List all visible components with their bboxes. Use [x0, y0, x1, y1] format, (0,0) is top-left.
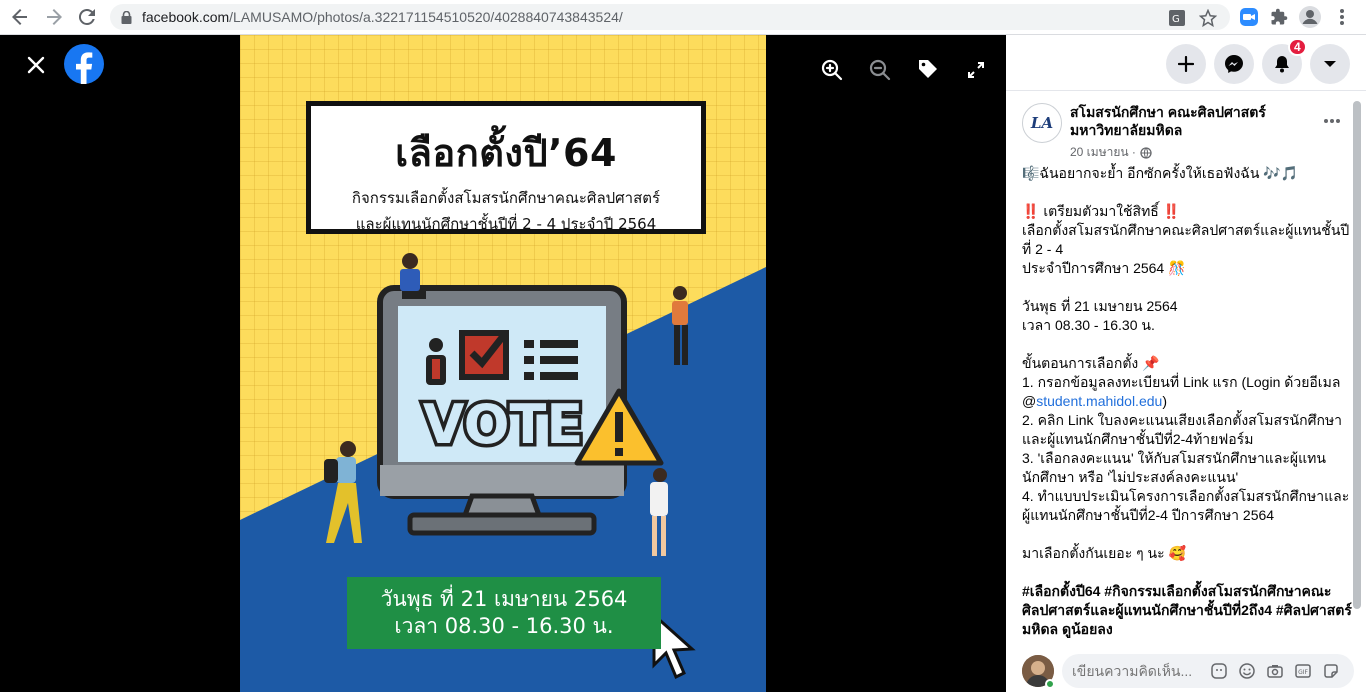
- online-status-dot: [1045, 679, 1055, 689]
- fullscreen-icon[interactable]: [962, 56, 990, 84]
- facebook-logo-icon[interactable]: [63, 43, 105, 85]
- side-scrollbar[interactable]: [1353, 101, 1361, 609]
- tag-icon[interactable]: [914, 55, 942, 83]
- reload-icon[interactable]: [75, 5, 99, 29]
- lock-icon: [121, 11, 132, 24]
- post-text: 🎼ฉันอยากจะย้ำ อีกซักครั้งให้เธอฟังฉัน 🎶🎵…: [1022, 164, 1352, 639]
- extensions-puzzle-icon[interactable]: [1267, 5, 1291, 29]
- bookmark-star-icon[interactable]: [1198, 8, 1218, 28]
- close-icon[interactable]: [22, 51, 50, 79]
- email-domain-link[interactable]: student.mahidol.edu: [1036, 393, 1162, 409]
- page-avatar[interactable]: LA: [1022, 103, 1062, 143]
- zoom-meeting-icon[interactable]: [1237, 5, 1261, 29]
- more-options-icon[interactable]: [1320, 109, 1344, 133]
- camera-icon[interactable]: [1266, 662, 1284, 680]
- post-meta: 20 เมษายน ·: [1070, 143, 1152, 162]
- post-line: มาเลือกตั้งกันเยอะ ๆ นะ 🥰: [1022, 545, 1186, 561]
- post-line: ประจำปีการศึกษา 2564 🎊: [1022, 260, 1186, 276]
- poster-time: เวลา 08.30 - 16.30 น.: [394, 614, 614, 638]
- bell-icon: [1275, 56, 1289, 73]
- post-date[interactable]: 20 เมษายน ·: [1070, 143, 1136, 162]
- photo-viewer: VOTE เลือกตั้งปี’64 กิจกรรมเลือกตั้งสโมส…: [0, 35, 1006, 692]
- chevron-down-icon: [1324, 61, 1336, 67]
- gif-icon[interactable]: GIF: [1294, 662, 1312, 680]
- browser-toolbar: facebook.com/LAMUSAMO/photos/a.322171154…: [0, 0, 1366, 35]
- poster-title: เลือกตั้งปี’64: [395, 131, 617, 175]
- browser-menu-icon[interactable]: [1330, 5, 1354, 29]
- poster-title-box: เลือกตั้งปี’64 กิจกรรมเลือกตั้งสโมสรนักศ…: [306, 101, 706, 234]
- sticker-avatar-icon[interactable]: [1210, 662, 1228, 680]
- account-menu-button[interactable]: [1310, 44, 1350, 84]
- forward-arrow-icon[interactable]: [42, 5, 66, 29]
- post-line: 3. 'เลือกลงคะแนน' ให้กับสโมสรนักศึกษาและ…: [1022, 450, 1326, 485]
- address-bar[interactable]: facebook.com/LAMUSAMO/photos/a.322171154…: [110, 4, 1230, 30]
- poster-subtitle-2: และผู้แทนนักศึกษาชั้นปีที่ 2 - 4 ประจำปี…: [355, 215, 657, 233]
- zoom-in-icon[interactable]: [818, 56, 846, 84]
- page-avatar-logo: LA: [1030, 114, 1054, 132]
- poster-date: วันพุธ ที่ 21 เมษายน 2564: [380, 587, 628, 611]
- globe-icon: [1140, 146, 1152, 159]
- vote-text: VOTE: [423, 393, 583, 456]
- post-line: ‼️ เตรียมตัวมาใช้สิทธิ์ ‼️: [1022, 203, 1181, 219]
- comment-bar: GIF: [1006, 648, 1366, 692]
- post-side-panel: LA สโมสรนักศึกษา คณะศิลปศาสตร์ มหาวิทยาล…: [1006, 35, 1366, 692]
- translate-icon[interactable]: G: [1168, 9, 1186, 27]
- post-line: เลือกตั้งสโมสรนักศึกษาคณะศิลปศาสตร์และผู…: [1022, 222, 1350, 257]
- post-line: เวลา 08.30 - 16.30 น.: [1022, 317, 1155, 333]
- post-line: 🎼ฉันอยากจะย้ำ อีกซักครั้งให้เธอฟังฉัน 🎶🎵: [1022, 165, 1299, 181]
- poster-date-box: วันพุธ ที่ 21 เมษายน 2564 เวลา 08.30 - 1…: [347, 577, 661, 649]
- post-line: ขั้นตอนการเลือกตั้ง 📌: [1022, 355, 1160, 371]
- svg-text:GIF: GIF: [1298, 669, 1308, 676]
- notification-count-badge: 4: [1288, 38, 1307, 56]
- side-header: [1006, 35, 1366, 91]
- hashtags[interactable]: #เลือกตั้งปี64 #กิจกรรมเลือกตั้งสโมสรนัก…: [1022, 582, 1352, 639]
- create-button[interactable]: [1166, 44, 1206, 84]
- messenger-button[interactable]: [1214, 44, 1254, 84]
- election-poster-image: VOTE เลือกตั้งปี’64 กิจกรรมเลือกตั้งสโมส…: [240, 35, 766, 692]
- post-line: วันพุธ ที่ 21 เมษายน 2564: [1022, 298, 1178, 314]
- plus-icon: [1178, 56, 1194, 72]
- post-line: 1. กรอกข้อมูลลงทะเบียนที่ Link แรก (Logi…: [1022, 374, 1341, 409]
- sticker-icon[interactable]: [1322, 662, 1340, 680]
- zoom-out-icon[interactable]: [866, 56, 894, 84]
- poster-subtitle-1: กิจกรรมเลือกตั้งสโมสรนักศึกษาคณะศิลปศาสต…: [351, 189, 661, 207]
- post-line: 2. คลิก Link ใบลงคะแนนเสียงเลือกตั้งสโมส…: [1022, 412, 1343, 447]
- emoji-icon[interactable]: [1238, 662, 1256, 680]
- page-name-link[interactable]: สโมสรนักศึกษา คณะศิลปศาสตร์ มหาวิทยาลัยม…: [1070, 103, 1315, 139]
- messenger-icon: [1225, 55, 1243, 73]
- svg-text:G: G: [1172, 14, 1180, 25]
- url-text: facebook.com/LAMUSAMO/photos/a.322171154…: [142, 9, 623, 25]
- back-arrow-icon[interactable]: [8, 5, 32, 29]
- post-line: 4. ทำแบบประเมินโครงการเลือกตั้งสโมสรนักศ…: [1022, 488, 1350, 523]
- profile-icon[interactable]: [1298, 5, 1322, 29]
